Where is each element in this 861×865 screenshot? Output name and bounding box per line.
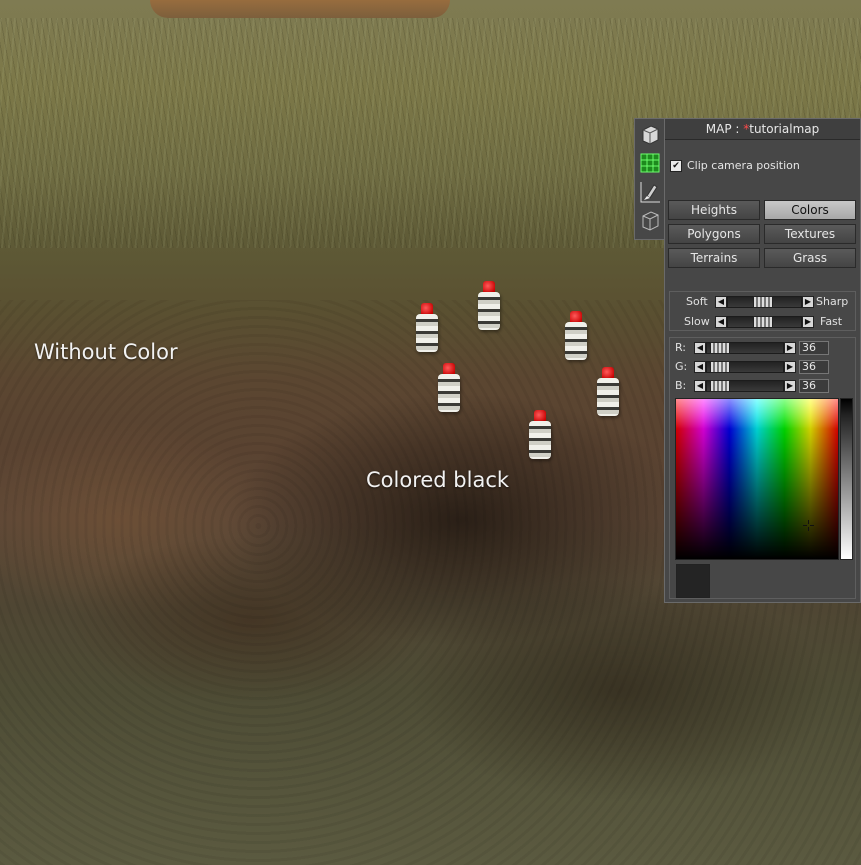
- colors-button[interactable]: Colors: [764, 200, 856, 220]
- red-thumb[interactable]: [710, 342, 730, 354]
- terrain-marker[interactable]: [597, 367, 619, 417]
- blue-row: B: ◀ ▶ 36: [670, 376, 857, 394]
- lightness-slider[interactable]: [840, 398, 853, 560]
- heights-button[interactable]: Heights: [668, 200, 760, 220]
- red-right-arrow[interactable]: ▶: [784, 342, 796, 354]
- grass-button[interactable]: Grass: [764, 248, 856, 268]
- green-thumb[interactable]: [710, 361, 730, 373]
- softness-thumb[interactable]: [753, 296, 773, 308]
- title-prefix: MAP :: [705, 122, 740, 136]
- terrains-button[interactable]: Terrains: [668, 248, 760, 268]
- crosshair-icon: [803, 520, 814, 531]
- speed-right-arrow[interactable]: ▶: [802, 316, 814, 328]
- brush-sliders: Soft ◀ ▶ Sharp Slow ◀ ▶ Fast: [669, 291, 856, 331]
- paint-brush-tab-icon[interactable]: [637, 179, 663, 205]
- gravel-patch: [150, 0, 450, 18]
- blue-left-arrow[interactable]: ◀: [694, 380, 706, 392]
- red-row: R: ◀ ▶ 36: [670, 338, 857, 356]
- color-spectrum[interactable]: [675, 398, 839, 560]
- panel-title: MAP : * tutorialmap: [665, 119, 860, 140]
- map-name: tutorialmap: [749, 122, 820, 136]
- green-label: G:: [675, 360, 688, 373]
- terrain-marker[interactable]: [438, 363, 460, 413]
- clip-camera-checkbox[interactable]: ✔: [670, 159, 682, 172]
- red-label: R:: [675, 341, 687, 354]
- blue-thumb[interactable]: [710, 380, 730, 392]
- cube-tab-icon[interactable]: [637, 122, 663, 148]
- terrain-marker[interactable]: [478, 281, 500, 331]
- terrain-marker[interactable]: [565, 311, 587, 361]
- green-value-input[interactable]: 36: [799, 360, 829, 374]
- softness-right-arrow[interactable]: ▶: [802, 296, 814, 308]
- colored-black-label: Colored black: [366, 468, 510, 492]
- textures-button[interactable]: Textures: [764, 224, 856, 244]
- green-left-arrow[interactable]: ◀: [694, 361, 706, 373]
- fast-label: Fast: [820, 315, 843, 328]
- speed-left-arrow[interactable]: ◀: [715, 316, 727, 328]
- red-value-input[interactable]: 36: [799, 341, 829, 355]
- blue-value-input[interactable]: 36: [799, 379, 829, 393]
- blue-label: B:: [675, 379, 687, 392]
- red-left-arrow[interactable]: ◀: [694, 342, 706, 354]
- color-picker: R: ◀ ▶ 36 G: ◀ ▶ 36 B: ◀ ▶ 36: [669, 337, 856, 599]
- terrain-marker[interactable]: [529, 410, 551, 460]
- blue-right-arrow[interactable]: ▶: [784, 380, 796, 392]
- speed-slider-row: Slow ◀ ▶ Fast: [670, 312, 857, 330]
- polygons-button[interactable]: Polygons: [668, 224, 760, 244]
- grid-tab-icon[interactable]: [637, 150, 663, 176]
- slow-label: Slow: [684, 315, 710, 328]
- clip-camera-row[interactable]: ✔ Clip camera position: [670, 159, 800, 172]
- softness-slider-row: Soft ◀ ▶ Sharp: [670, 292, 857, 310]
- green-right-arrow[interactable]: ▶: [784, 361, 796, 373]
- without-color-label: Without Color: [34, 340, 178, 364]
- tool-side-tabs: [634, 118, 665, 240]
- clip-camera-label: Clip camera position: [687, 159, 800, 172]
- speed-thumb[interactable]: [753, 316, 773, 328]
- wireframe-cube-tab-icon[interactable]: [637, 208, 663, 234]
- green-row: G: ◀ ▶ 36: [670, 357, 857, 375]
- terrain-marker[interactable]: [416, 303, 438, 353]
- sharp-label: Sharp: [816, 295, 849, 308]
- map-editor-panel: MAP : * tutorialmap ✔ Clip camera positio…: [664, 118, 861, 603]
- soft-label: Soft: [686, 295, 708, 308]
- softness-left-arrow[interactable]: ◀: [715, 296, 727, 308]
- selected-color-swatch: [676, 564, 710, 598]
